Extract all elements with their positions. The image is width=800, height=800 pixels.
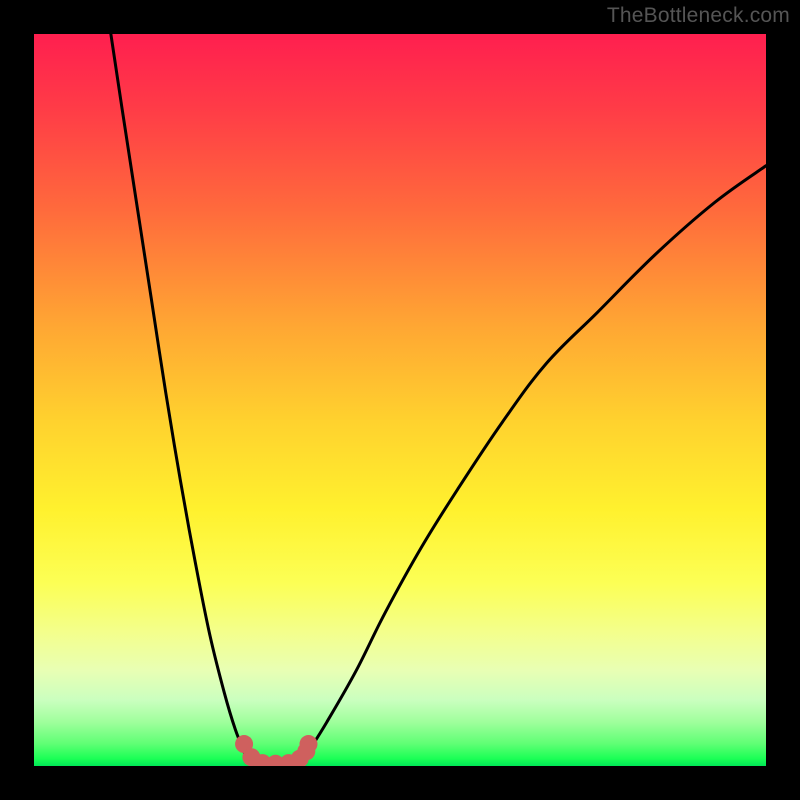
watermark-text: TheBottleneck.com (607, 4, 790, 28)
valley-marker-dot (300, 735, 318, 753)
valley-markers (235, 735, 317, 766)
bottleneck-curve (111, 34, 766, 766)
chart-svg (34, 34, 766, 766)
plot-area (34, 34, 766, 766)
chart-frame: TheBottleneck.com (0, 0, 800, 800)
